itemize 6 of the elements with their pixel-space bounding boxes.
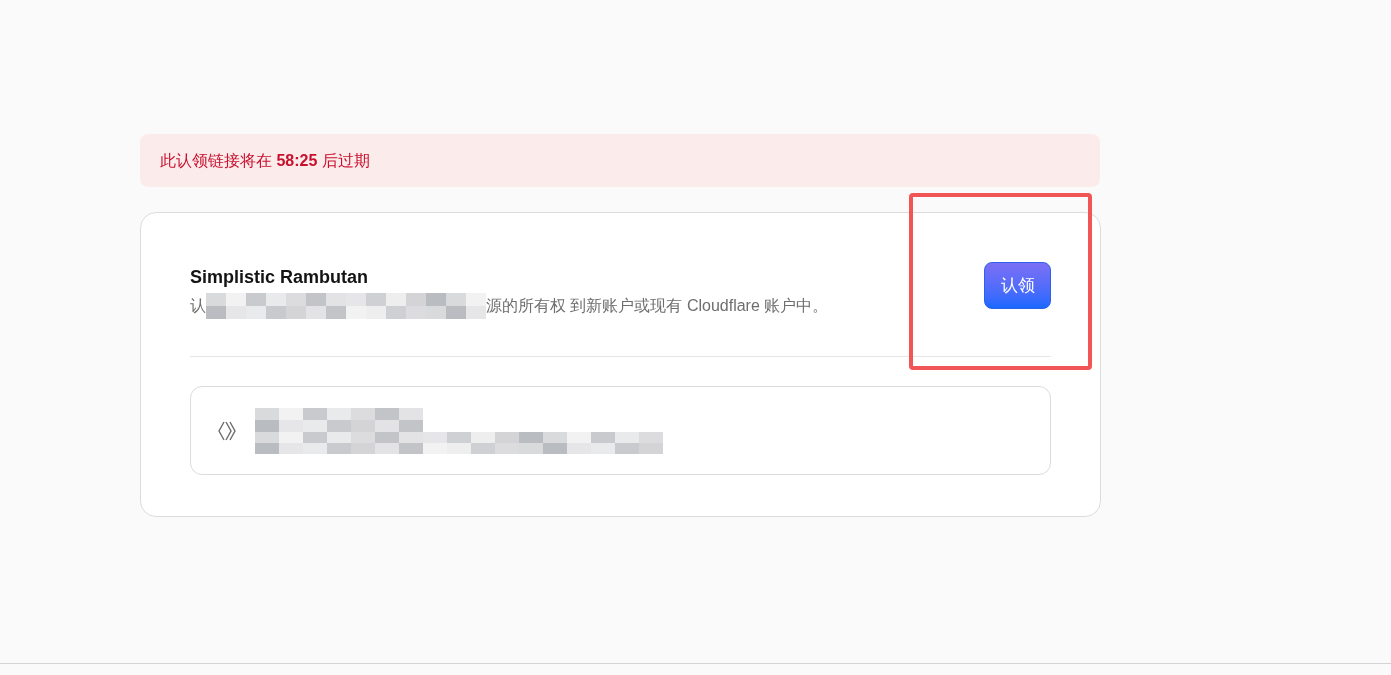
chevrons-icon [218,420,236,441]
claim-button[interactable]: 认领 [984,262,1051,309]
expiry-message: 此认领链接将在 58:25 后过期 [160,150,370,171]
description-text: 认 [190,296,206,316]
card-title: Simplistic Rambutan [190,266,370,289]
description-text: 源的所有权 到新账户或现有 Cloudflare 账户中。 [486,296,829,316]
